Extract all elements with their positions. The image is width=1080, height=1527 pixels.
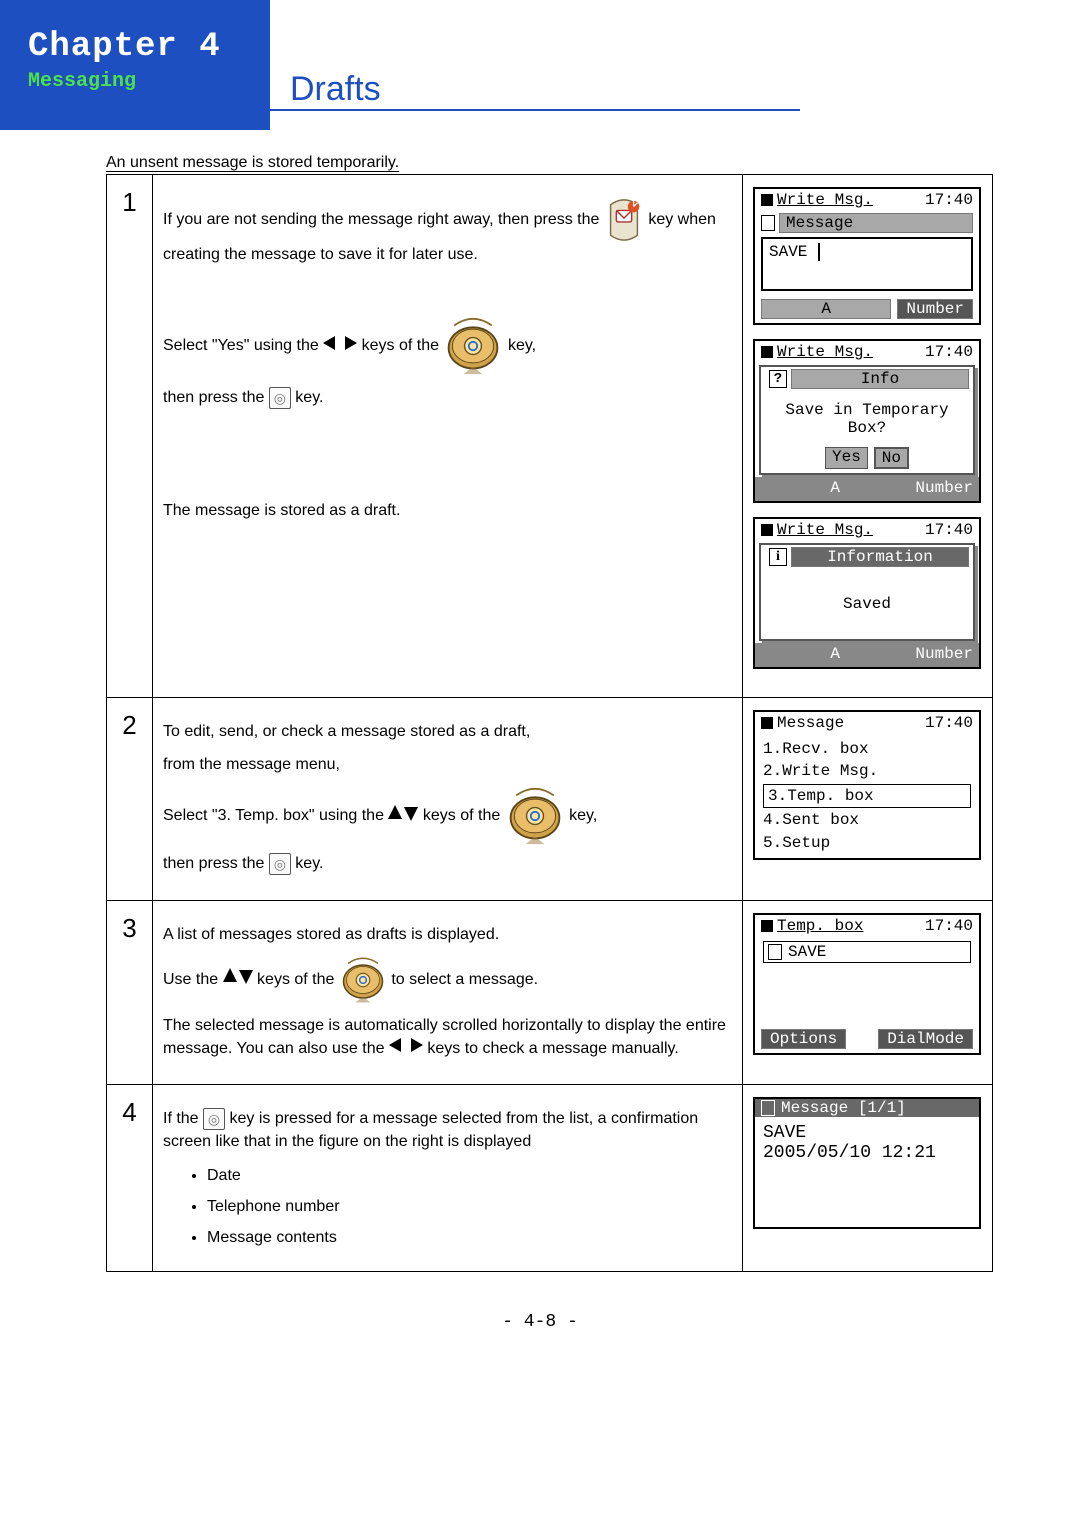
phone-screen-message-detail: Message [1/1] SAVE 2005/05/10 12:21	[753, 1097, 981, 1229]
step4-bullets: Date Telephone number Message contents	[207, 1164, 732, 1250]
selected-menu-item: 3.Temp. box	[763, 784, 971, 808]
up-down-arrow-icon	[388, 805, 418, 828]
center-key-icon: ◎	[203, 1108, 225, 1130]
step1-p4: The message is stored as a draft.	[163, 499, 732, 522]
steps-table: 1 If you are not sending the message rig…	[106, 174, 993, 1272]
step1-p2: Select "Yes" using the keys of the key,	[163, 316, 732, 376]
message-key-icon	[604, 197, 644, 243]
chapter-title: Chapter 4	[28, 28, 248, 66]
phone-screen-saved: Write Msg.17:40 iInformation Saved ANumb…	[753, 517, 981, 669]
page-number: - 4-8 -	[0, 1272, 1080, 1352]
step2-p1: To edit, send, or check a message stored…	[163, 720, 732, 743]
info-icon: i	[769, 548, 787, 566]
page-header: Chapter 4 Messaging Drafts	[0, 0, 1080, 130]
step2-p2: from the message menu,	[163, 753, 732, 776]
phone-screen-temp-box: Temp. box17:40 SAVE OptionsDialMode	[753, 913, 981, 1055]
document-icon	[761, 1100, 775, 1116]
step3-p2: Use the keys of the to select a message.	[163, 956, 732, 1004]
step3-p1: A list of messages stored as drafts is d…	[163, 923, 732, 946]
step1-p3: then press the ◎ key.	[163, 386, 732, 409]
no-button: No	[874, 447, 909, 469]
question-icon: ?	[769, 370, 787, 388]
up-down-arrow-icon	[223, 968, 253, 991]
step2-p4: then press the ◎ key.	[163, 852, 732, 875]
center-key-icon: ◎	[269, 387, 291, 409]
nav-pad-icon	[443, 316, 503, 376]
step-number: 2	[107, 698, 153, 901]
chapter-block: Chapter 4 Messaging	[0, 0, 270, 130]
phone-screen-write-msg: Write Msg.17:40 Message SAVE ANumber	[753, 187, 981, 325]
left-right-arrow-icon	[389, 1037, 423, 1060]
step-row-4: 4 If the ◎ key is pressed for a message …	[107, 1085, 993, 1272]
phone-screen-message-menu: Message17:40 1.Recv. box 2.Write Msg. 3.…	[753, 710, 981, 860]
chapter-subtitle: Messaging	[28, 70, 248, 93]
step-row-1: 1 If you are not sending the message rig…	[107, 175, 993, 698]
nav-pad-icon	[339, 956, 387, 1004]
center-key-icon: ◎	[269, 853, 291, 875]
document-icon	[761, 215, 775, 231]
nav-pad-icon	[505, 786, 565, 846]
step-row-3: 3 A list of messages stored as drafts is…	[107, 900, 993, 1085]
step1-p1: If you are not sending the message right…	[163, 197, 732, 266]
left-right-arrow-icon	[323, 335, 357, 358]
intro-text: An unsent message is stored temporarily.	[106, 154, 992, 172]
step-row-2: 2 To edit, send, or check a message stor…	[107, 698, 993, 901]
document-icon	[768, 944, 782, 960]
step3-p3: The selected message is automatically sc…	[163, 1014, 732, 1061]
step-number: 3	[107, 900, 153, 1085]
step4-p1: If the ◎ key is pressed for a message se…	[163, 1107, 732, 1153]
step2-p3: Select "3. Temp. box" using the keys of …	[163, 786, 732, 846]
step-number: 1	[107, 175, 153, 698]
yes-button: Yes	[825, 447, 868, 469]
phone-screen-save-confirm: Write Msg.17:40 ?Info Save in TemporaryB…	[753, 339, 981, 503]
section-title: Drafts	[270, 0, 800, 111]
step-number: 4	[107, 1085, 153, 1272]
